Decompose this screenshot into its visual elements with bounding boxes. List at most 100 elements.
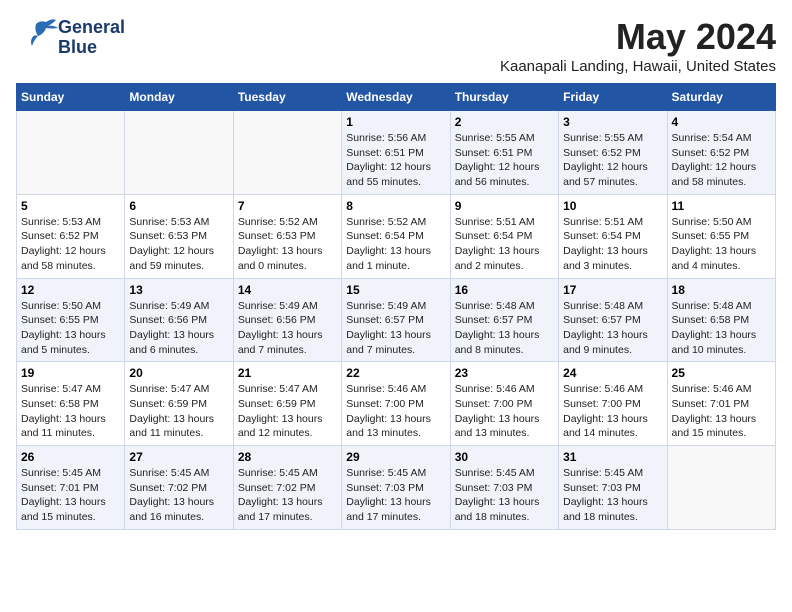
day-info: Sunrise: 5:49 AM Sunset: 6:56 PM Dayligh…: [238, 299, 337, 358]
calendar-subtitle: Kaanapali Landing, Hawaii, United States: [500, 58, 776, 75]
day-info: Sunrise: 5:48 AM Sunset: 6:57 PM Dayligh…: [455, 299, 554, 358]
day-number: 31: [563, 450, 662, 464]
day-number: 11: [672, 199, 771, 213]
calendar-cell: 23 Sunrise: 5:46 AM Sunset: 7:00 PM Dayli…: [450, 362, 558, 446]
day-info: Sunrise: 5:52 AM Sunset: 6:54 PM Dayligh…: [346, 215, 445, 274]
day-info: Sunrise: 5:45 AM Sunset: 7:02 PM Dayligh…: [238, 466, 337, 525]
day-number: 1: [346, 115, 445, 129]
calendar-cell: 15Sunrise: 5:49 AM Sunset: 6:57 PM Dayli…: [342, 278, 450, 362]
calendar-cell: 9Sunrise: 5:51 AM Sunset: 6:54 PM Daylig…: [450, 194, 558, 278]
day-number: 19: [21, 366, 120, 380]
week-row-5: 26 Sunrise: 5:45 AM Sunset: 7:01 PM Dayli…: [17, 446, 776, 530]
day-number: 25: [672, 366, 771, 380]
day-number: 22: [346, 366, 445, 380]
day-number: 6: [129, 199, 228, 213]
day-number: 27: [129, 450, 228, 464]
calendar-cell: 18 Sunrise: 5:48 AM Sunset: 6:58 PM Dayli…: [667, 278, 775, 362]
calendar-cell: 31 Sunrise: 5:45 AM Sunset: 7:03 PM Dayli…: [559, 446, 667, 530]
logo: General Blue: [16, 16, 125, 59]
calendar-cell: 17Sunrise: 5:48 AM Sunset: 6:57 PM Dayli…: [559, 278, 667, 362]
calendar-cell: [233, 111, 341, 195]
day-number: 23: [455, 366, 554, 380]
day-info: Sunrise: 5:50 AM Sunset: 6:55 PM Dayligh…: [672, 215, 771, 274]
day-info: Sunrise: 5:47 AM Sunset: 6:58 PM Dayligh…: [21, 382, 120, 441]
day-number: 5: [21, 199, 120, 213]
day-info: Sunrise: 5:51 AM Sunset: 6:54 PM Dayligh…: [563, 215, 662, 274]
day-number: 15: [346, 283, 445, 297]
day-number: 10: [563, 199, 662, 213]
day-number: 4: [672, 115, 771, 129]
calendar-cell: [667, 446, 775, 530]
header-monday: Monday: [125, 84, 233, 111]
header-thursday: Thursday: [450, 84, 558, 111]
calendar-cell: 11 Sunrise: 5:50 AM Sunset: 6:55 PM Dayli…: [667, 194, 775, 278]
week-row-3: 12 Sunrise: 5:50 AM Sunset: 6:55 PM Dayli…: [17, 278, 776, 362]
day-info: Sunrise: 5:46 AM Sunset: 7:00 PM Dayligh…: [563, 382, 662, 441]
day-info: Sunrise: 5:49 AM Sunset: 6:56 PM Dayligh…: [129, 299, 228, 358]
day-info: Sunrise: 5:45 AM Sunset: 7:03 PM Dayligh…: [563, 466, 662, 525]
calendar-cell: 10 Sunrise: 5:51 AM Sunset: 6:54 PM Dayli…: [559, 194, 667, 278]
day-info: Sunrise: 5:53 AM Sunset: 6:53 PM Dayligh…: [129, 215, 228, 274]
day-info: Sunrise: 5:46 AM Sunset: 7:00 PM Dayligh…: [455, 382, 554, 441]
calendar-cell: 29 Sunrise: 5:45 AM Sunset: 7:03 PM Dayli…: [342, 446, 450, 530]
day-number: 13: [129, 283, 228, 297]
calendar-table: SundayMondayTuesdayWednesdayThursdayFrid…: [16, 83, 776, 530]
day-number: 30: [455, 450, 554, 464]
day-info: Sunrise: 5:47 AM Sunset: 6:59 PM Dayligh…: [129, 382, 228, 441]
day-info: Sunrise: 5:48 AM Sunset: 6:58 PM Dayligh…: [672, 299, 771, 358]
day-info: Sunrise: 5:55 AM Sunset: 6:51 PM Dayligh…: [455, 131, 554, 190]
title-block: May 2024 Kaanapali Landing, Hawaii, Unit…: [500, 16, 776, 75]
day-info: Sunrise: 5:46 AM Sunset: 7:00 PM Dayligh…: [346, 382, 445, 441]
header-tuesday: Tuesday: [233, 84, 341, 111]
day-info: Sunrise: 5:54 AM Sunset: 6:52 PM Dayligh…: [672, 131, 771, 190]
calendar-cell: 27 Sunrise: 5:45 AM Sunset: 7:02 PM Dayli…: [125, 446, 233, 530]
calendar-cell: 16 Sunrise: 5:48 AM Sunset: 6:57 PM Dayli…: [450, 278, 558, 362]
calendar-cell: 13 Sunrise: 5:49 AM Sunset: 6:56 PM Dayli…: [125, 278, 233, 362]
calendar-cell: 8 Sunrise: 5:52 AM Sunset: 6:54 PM Daylig…: [342, 194, 450, 278]
logo-line2: Blue: [58, 38, 125, 58]
calendar-cell: 7Sunrise: 5:52 AM Sunset: 6:53 PM Daylig…: [233, 194, 341, 278]
day-info: Sunrise: 5:46 AM Sunset: 7:01 PM Dayligh…: [672, 382, 771, 441]
day-number: 26: [21, 450, 120, 464]
day-number: 9: [455, 199, 554, 213]
day-number: 28: [238, 450, 337, 464]
day-number: 8: [346, 199, 445, 213]
header-wednesday: Wednesday: [342, 84, 450, 111]
calendar-cell: 22 Sunrise: 5:46 AM Sunset: 7:00 PM Dayli…: [342, 362, 450, 446]
day-number: 12: [21, 283, 120, 297]
day-number: 14: [238, 283, 337, 297]
calendar-cell: 6 Sunrise: 5:53 AM Sunset: 6:53 PM Daylig…: [125, 194, 233, 278]
logo-icon: [16, 16, 58, 54]
day-info: Sunrise: 5:45 AM Sunset: 7:02 PM Dayligh…: [129, 466, 228, 525]
header-sunday: Sunday: [17, 84, 125, 111]
calendar-cell: 19 Sunrise: 5:47 AM Sunset: 6:58 PM Dayli…: [17, 362, 125, 446]
calendar-cell: 30 Sunrise: 5:45 AM Sunset: 7:03 PM Dayli…: [450, 446, 558, 530]
day-number: 16: [455, 283, 554, 297]
calendar-cell: 21Sunrise: 5:47 AM Sunset: 6:59 PM Dayli…: [233, 362, 341, 446]
day-number: 24: [563, 366, 662, 380]
day-info: Sunrise: 5:45 AM Sunset: 7:01 PM Dayligh…: [21, 466, 120, 525]
day-info: Sunrise: 5:45 AM Sunset: 7:03 PM Dayligh…: [455, 466, 554, 525]
calendar-title: May 2024: [500, 16, 776, 58]
page-header: General Blue May 2024 Kaanapali Landing,…: [16, 16, 776, 75]
week-row-4: 19 Sunrise: 5:47 AM Sunset: 6:58 PM Dayli…: [17, 362, 776, 446]
day-info: Sunrise: 5:45 AM Sunset: 7:03 PM Dayligh…: [346, 466, 445, 525]
header-saturday: Saturday: [667, 84, 775, 111]
day-info: Sunrise: 5:56 AM Sunset: 6:51 PM Dayligh…: [346, 131, 445, 190]
week-row-1: 1 Sunrise: 5:56 AM Sunset: 6:51 PM Daylig…: [17, 111, 776, 195]
day-number: 2: [455, 115, 554, 129]
calendar-body: 1 Sunrise: 5:56 AM Sunset: 6:51 PM Daylig…: [17, 111, 776, 530]
calendar-cell: 24 Sunrise: 5:46 AM Sunset: 7:00 PM Dayli…: [559, 362, 667, 446]
calendar-cell: 28 Sunrise: 5:45 AM Sunset: 7:02 PM Dayli…: [233, 446, 341, 530]
calendar-cell: 26 Sunrise: 5:45 AM Sunset: 7:01 PM Dayli…: [17, 446, 125, 530]
calendar-cell: 20Sunrise: 5:47 AM Sunset: 6:59 PM Dayli…: [125, 362, 233, 446]
calendar-cell: 2 Sunrise: 5:55 AM Sunset: 6:51 PM Daylig…: [450, 111, 558, 195]
day-number: 17: [563, 283, 662, 297]
calendar-cell: 14 Sunrise: 5:49 AM Sunset: 6:56 PM Dayli…: [233, 278, 341, 362]
day-number: 18: [672, 283, 771, 297]
day-info: Sunrise: 5:50 AM Sunset: 6:55 PM Dayligh…: [21, 299, 120, 358]
calendar-header: SundayMondayTuesdayWednesdayThursdayFrid…: [17, 84, 776, 111]
day-number: 29: [346, 450, 445, 464]
day-number: 7: [238, 199, 337, 213]
week-row-2: 5Sunrise: 5:53 AM Sunset: 6:52 PM Daylig…: [17, 194, 776, 278]
